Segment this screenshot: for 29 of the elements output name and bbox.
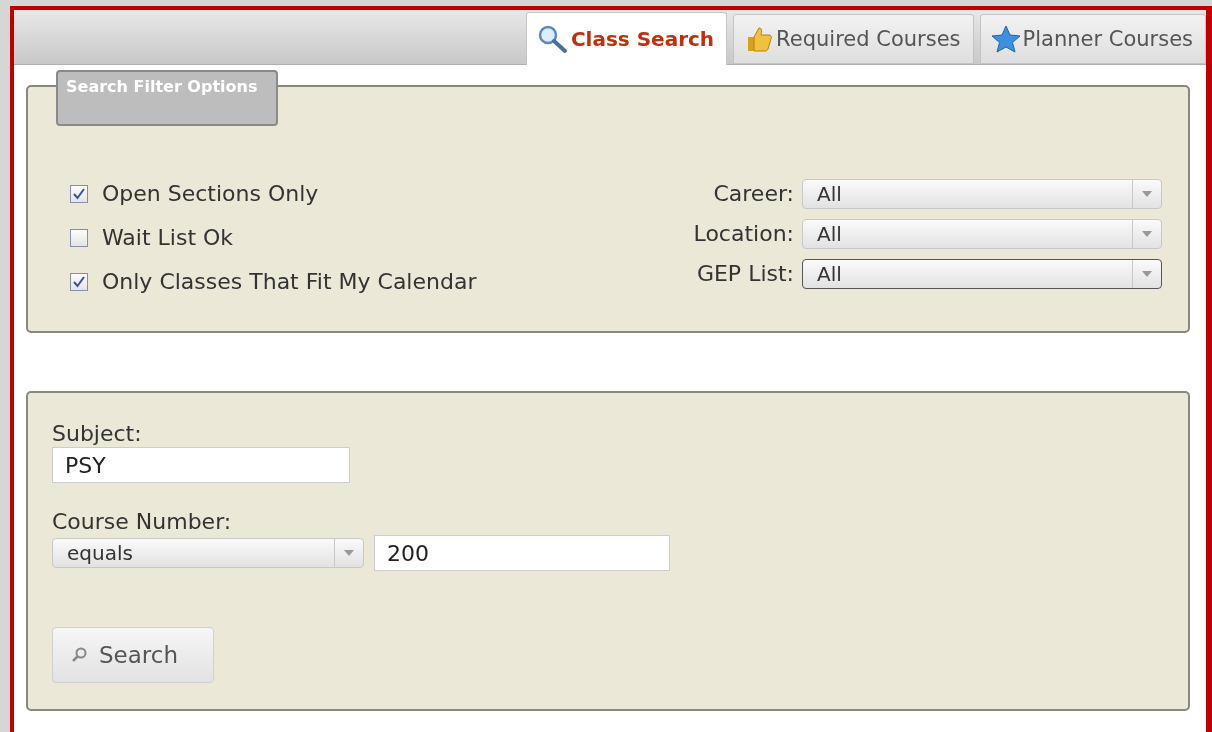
operator-dropdown[interactable]: equals (52, 538, 364, 568)
course-number-field[interactable]: 200 (374, 535, 670, 571)
dropdown[interactable]: All (802, 179, 1162, 209)
tab[interactable]: Planner Courses (979, 14, 1206, 64)
field-label: Course Number: (52, 509, 233, 535)
tab[interactable]: Required Courses (733, 14, 974, 64)
subject-field[interactable]: PSY (52, 447, 350, 483)
caret-icon (1142, 231, 1152, 237)
field-label: Subject: (52, 421, 143, 447)
dropdown[interactable]: All (802, 259, 1162, 289)
dropdown-label: Career: (713, 181, 794, 207)
checkbox[interactable] (70, 273, 88, 291)
checkbox[interactable] (70, 185, 88, 203)
caret-icon (344, 550, 354, 556)
caret-icon (1142, 191, 1152, 197)
checkbox-label: Open Sections Only (102, 181, 319, 207)
tab[interactable]: Class Search (525, 12, 728, 65)
panel-legend: Search Filter Options (56, 70, 278, 126)
dropdown-label: GEP List: (696, 261, 794, 287)
dropdown-label: Location: (693, 221, 794, 247)
checkbox-label: Only Classes That Fit My Calendar (102, 269, 477, 295)
search-icon (536, 24, 569, 54)
checkbox[interactable] (70, 229, 88, 247)
search-button[interactable]: Search (52, 627, 214, 683)
search-icon (71, 647, 87, 663)
caret-icon (1142, 271, 1152, 277)
star-icon (990, 25, 1021, 53)
checkbox-label: Wait List Ok (102, 225, 234, 251)
dropdown[interactable]: All (802, 219, 1162, 249)
